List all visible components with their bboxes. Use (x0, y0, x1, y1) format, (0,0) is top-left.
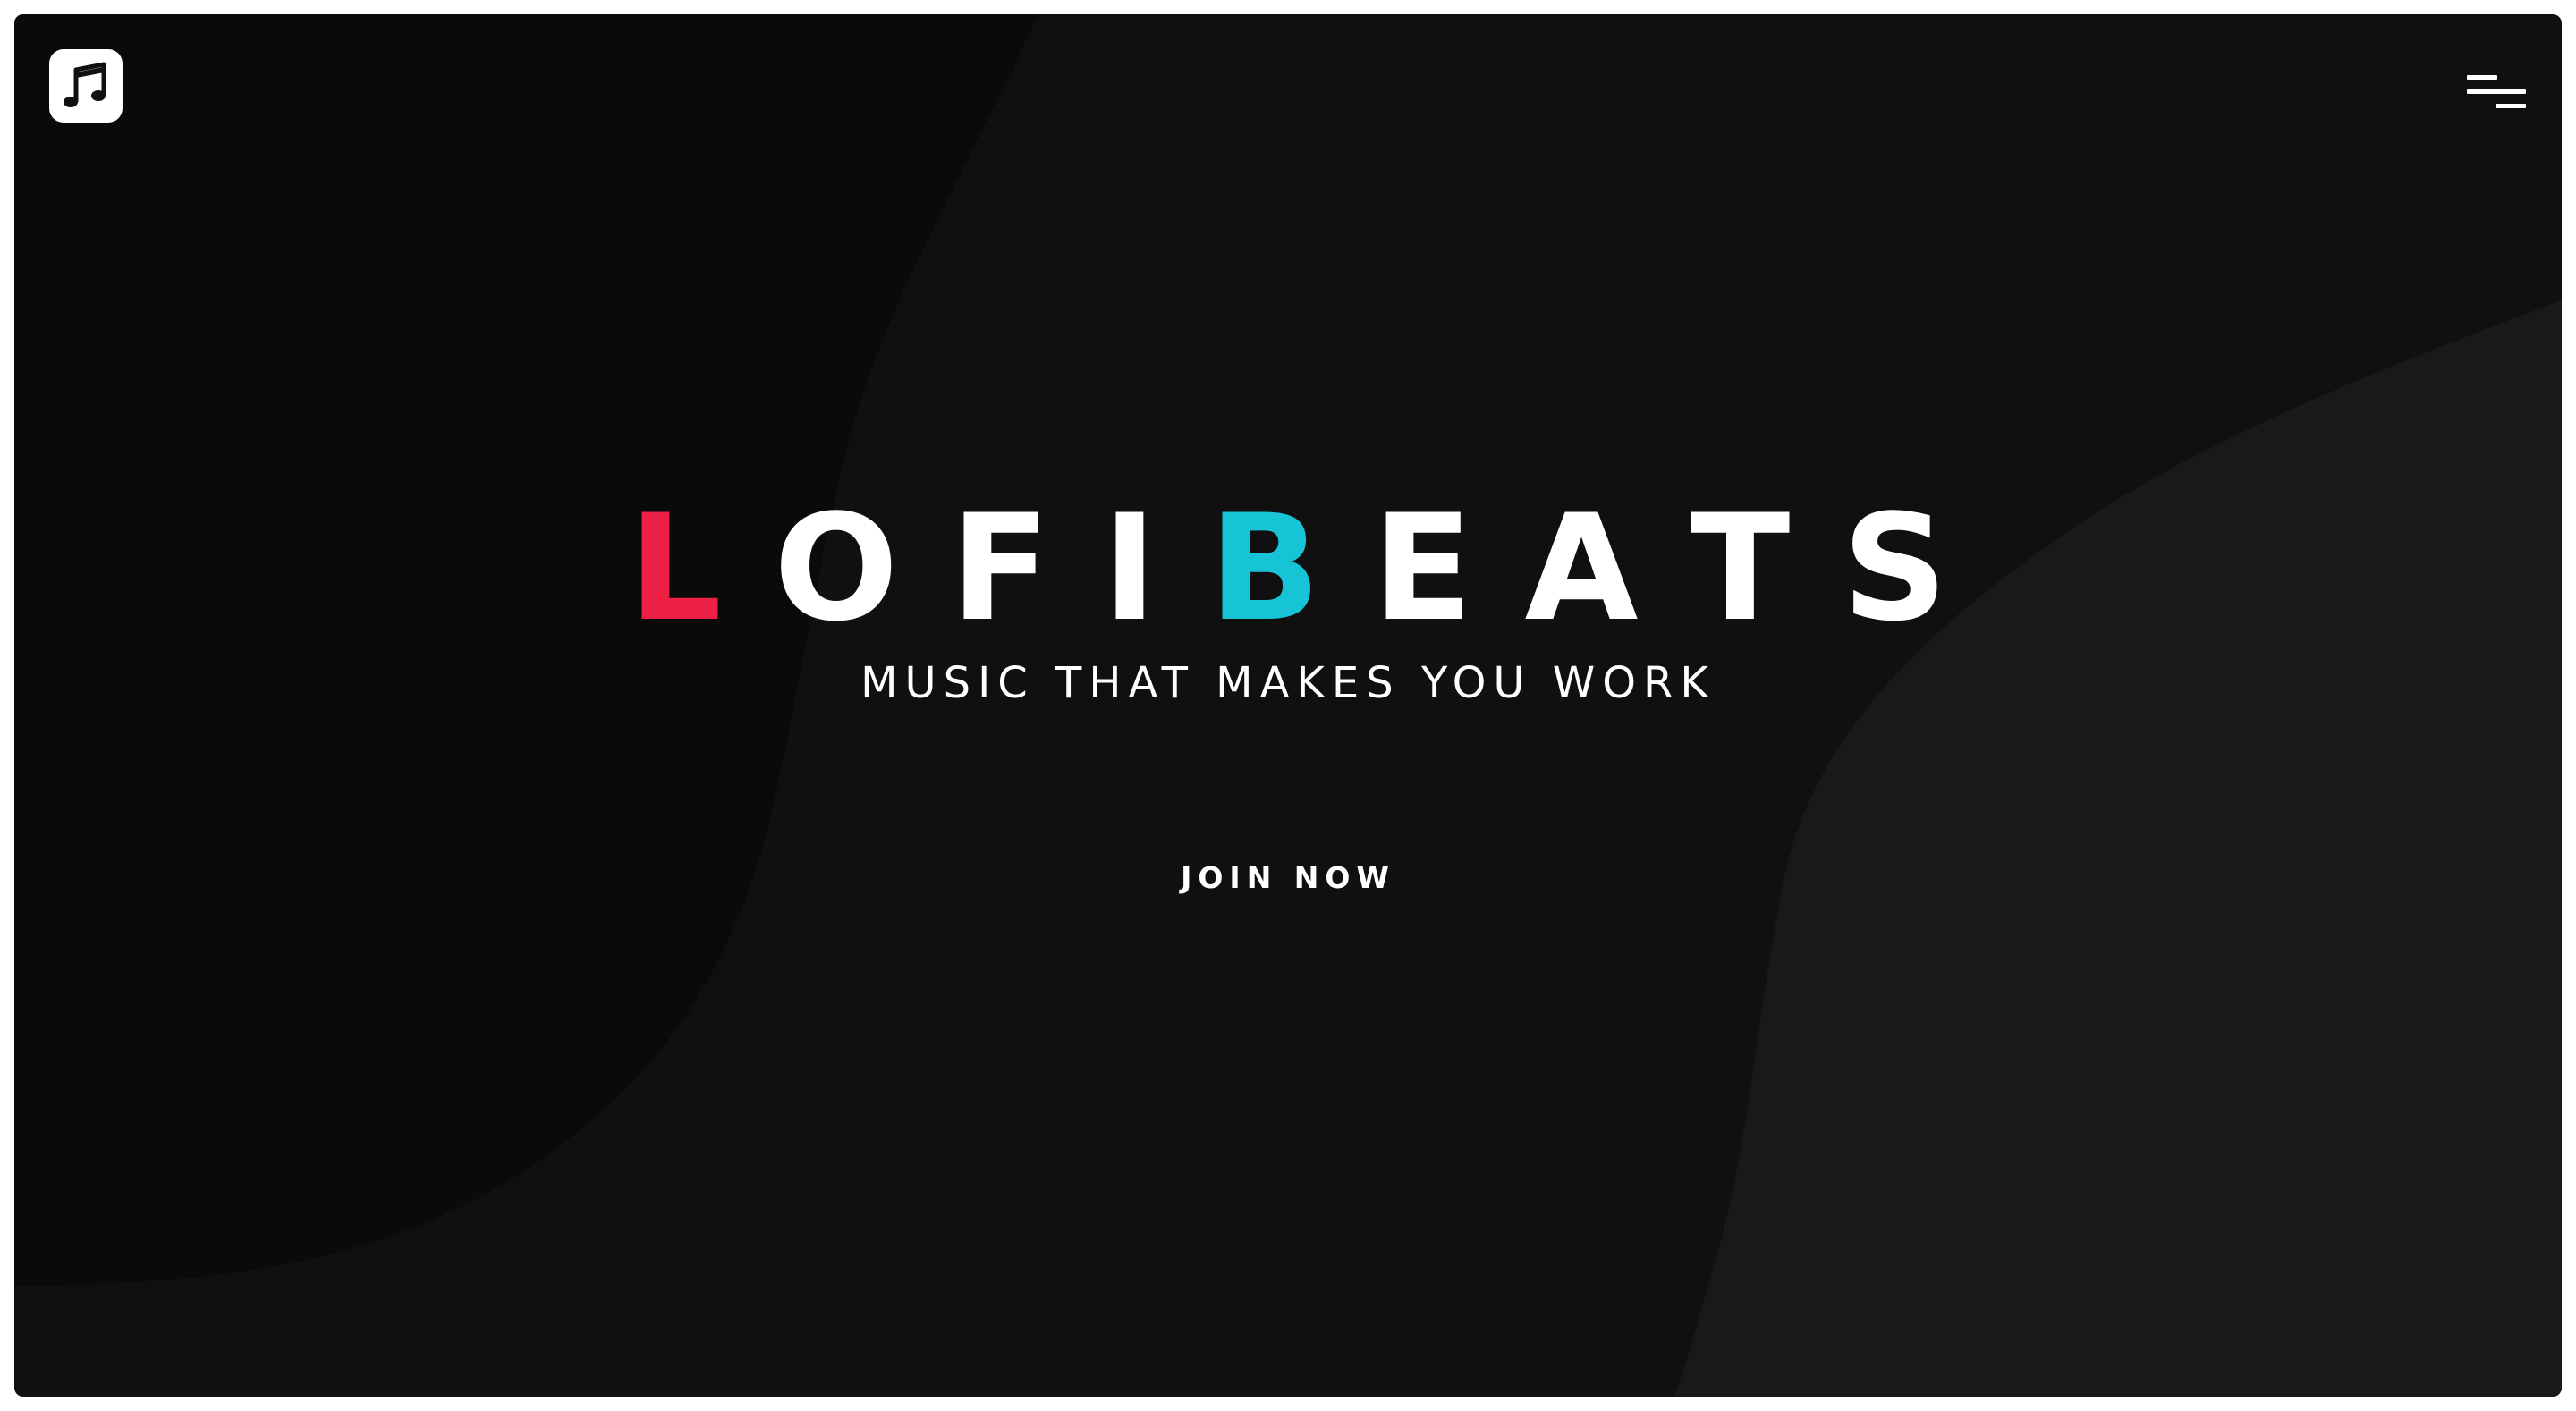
title-letter: T (1690, 483, 1791, 654)
title-letter: F (950, 483, 1051, 654)
title-letter: S (1842, 483, 1948, 654)
menu-line-middle (2467, 89, 2526, 94)
hero-page: LOFIBEATS MUSIC THAT MAKES YOU WORK JOIN… (14, 14, 2562, 1397)
background-shape-light (1674, 300, 2562, 1397)
menu-icon[interactable] (2467, 59, 2526, 108)
title-letter: A (1524, 483, 1639, 654)
site-title: LOFIBEATS (14, 479, 2562, 658)
menu-line-top (2467, 75, 2497, 80)
title-letter: E (1372, 483, 1473, 654)
title-letter: B (1208, 483, 1321, 654)
title-letter: L (628, 483, 723, 654)
join-now-button[interactable]: JOIN NOW (1177, 851, 1399, 905)
menu-line-bottom (2496, 104, 2526, 108)
title-letter: O (774, 483, 899, 654)
logo-button[interactable] (49, 49, 123, 123)
music-note-icon (64, 62, 106, 107)
tagline: MUSIC THAT MAKES YOU WORK (860, 658, 1716, 708)
title-letter: I (1102, 483, 1157, 654)
